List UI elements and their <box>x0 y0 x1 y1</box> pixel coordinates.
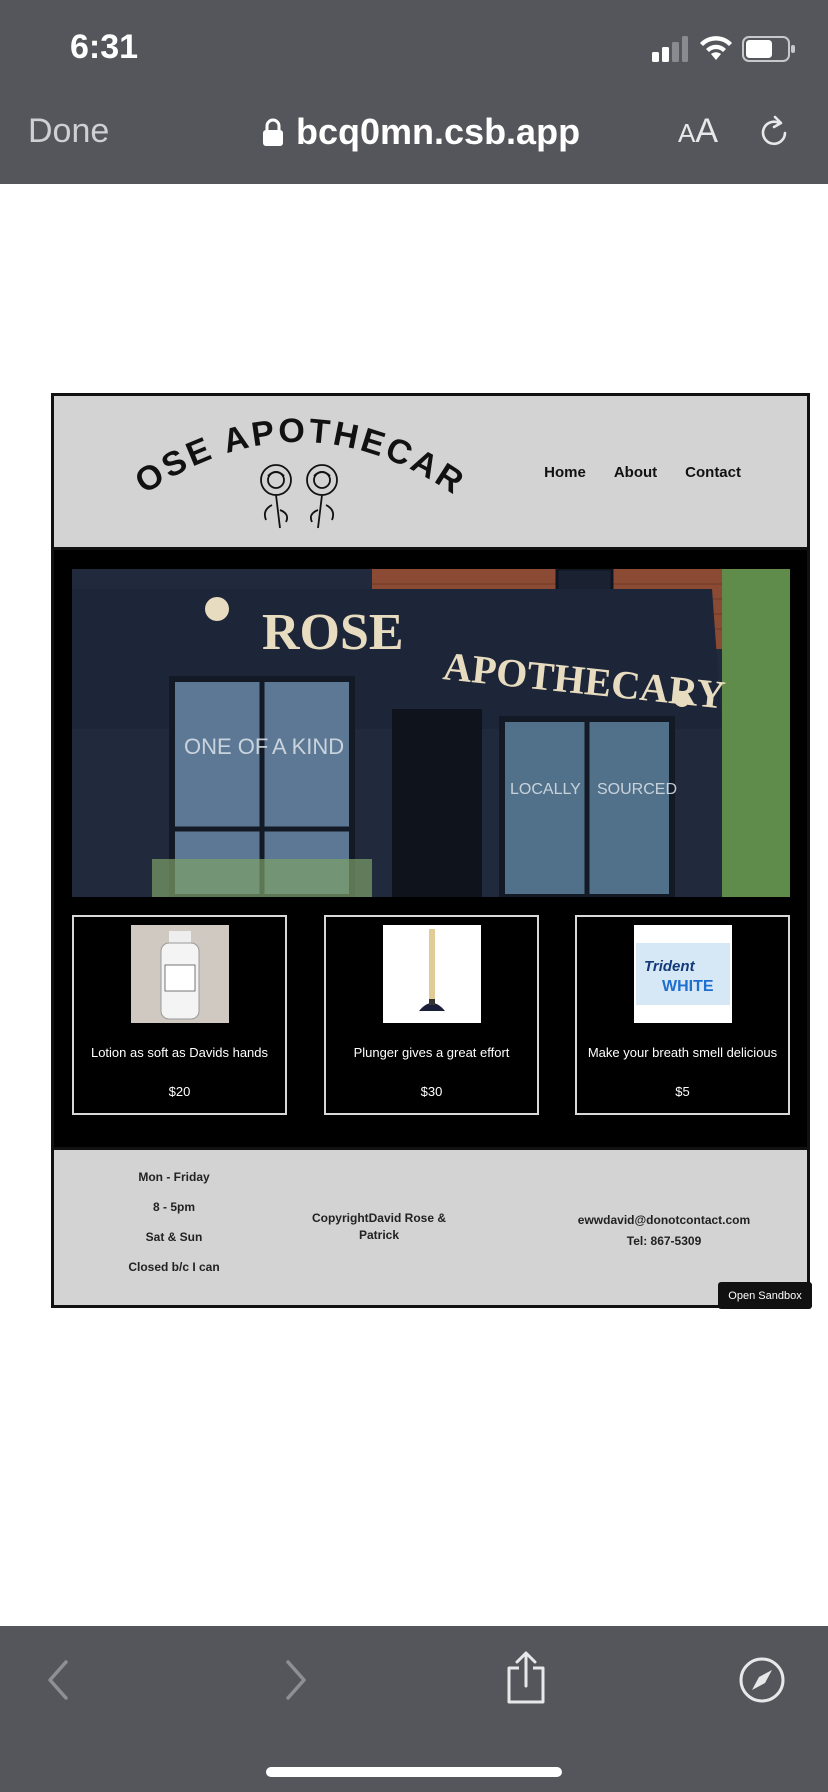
product-card-plunger[interactable]: Plunger gives a great effort $30 <box>324 915 539 1115</box>
share-icon[interactable] <box>504 1650 548 1706</box>
lotion-image <box>131 925 229 1023</box>
contact-phone[interactable]: Tel: 867-5309 <box>554 1231 774 1252</box>
hours-line: Sat & Sun <box>145 1230 203 1244</box>
address-bar[interactable]: bcq0mn.csb.app <box>262 110 580 154</box>
home-indicator[interactable] <box>266 1767 562 1777</box>
hero-sign-text-1: ROSE <box>262 604 404 661</box>
text-size-small-a: A <box>678 118 696 148</box>
site-header: ROSE APOTHECARY Home About Contact <box>54 396 807 550</box>
text-size-large-a: A <box>695 112 719 150</box>
product-card-lotion[interactable]: Lotion as soft as Davids hands $20 <box>72 915 287 1115</box>
compass-icon[interactable] <box>738 1656 786 1704</box>
hero-window-text-3: LOCALLY <box>510 781 581 798</box>
reload-icon[interactable] <box>756 114 792 150</box>
cellular-signal-icon <box>652 36 688 62</box>
text-size-button[interactable]: AA <box>678 112 718 151</box>
product-price: $20 <box>168 1084 191 1099</box>
product-price: $5 <box>675 1084 690 1099</box>
hours-line: Closed b/c I can <box>128 1260 220 1274</box>
browser-top-bar: 6:31 Done bcq0mn.csb.app AA <box>0 0 828 184</box>
website-frame: ROSE APOTHECARY Home About Contact ROSE … <box>51 393 810 1308</box>
hero-window-text-1: ONE OF <box>184 734 268 759</box>
lock-icon <box>263 118 283 146</box>
hours-line: Mon - Friday <box>138 1170 210 1184</box>
hero-window-text-2: A KIND <box>272 734 344 759</box>
main-nav: Home About Contact <box>544 464 741 481</box>
product-description: Make your breath smell delicious <box>587 1045 778 1060</box>
nav-home[interactable]: Home <box>544 464 586 481</box>
status-time: 6:31 <box>70 28 139 66</box>
battery-icon <box>742 36 795 62</box>
gum-pack-icon: Trident WHITE <box>634 925 732 1023</box>
product-card-gum[interactable]: Trident WHITE Make your breath smell del… <box>575 915 790 1115</box>
back-arrow-icon[interactable] <box>40 1656 76 1704</box>
done-button[interactable]: Done <box>28 112 109 151</box>
lotion-bottle-icon <box>131 925 229 1023</box>
forward-arrow-icon[interactable] <box>278 1656 314 1704</box>
plunger-image <box>383 925 481 1023</box>
plunger-icon <box>383 925 481 1023</box>
product-price: $30 <box>420 1084 443 1099</box>
nav-contact[interactable]: Contact <box>685 464 741 481</box>
contact-email[interactable]: ewwdavid@donotcontact.com <box>554 1210 774 1231</box>
wifi-icon <box>700 36 732 60</box>
browser-bottom-bar <box>0 1626 828 1792</box>
gum-brand-2: WHITE <box>662 978 714 995</box>
hero-window-text-4: SOURCED <box>597 781 677 798</box>
contact-info: ewwdavid@donotcontact.com Tel: 867-5309 <box>554 1210 774 1252</box>
business-hours: Mon - Friday 8 - 5pm Sat & Sun Closed b/… <box>114 1170 234 1290</box>
storefront-hero-image: ROSE APOTHECARY ONE OF A KIND LOCALLY SO… <box>72 569 790 897</box>
site-footer: Mon - Friday 8 - 5pm Sat & Sun Closed b/… <box>54 1147 807 1305</box>
product-description: Lotion as soft as Davids hands <box>90 1045 269 1060</box>
copyright-text: CopyrightDavid Rose & Patrick <box>311 1211 446 1242</box>
open-sandbox-button[interactable]: Open Sandbox <box>718 1282 812 1309</box>
url-text: bcq0mn.csb.app <box>296 111 581 152</box>
nav-about[interactable]: About <box>614 464 657 481</box>
gum-brand-1: Trident <box>644 958 696 975</box>
product-description: Plunger gives a great effort <box>353 1045 510 1060</box>
rose-apothecary-logo[interactable]: ROSE APOTHECARY <box>114 410 484 540</box>
hours-line: 8 - 5pm <box>152 1200 195 1214</box>
gum-image: Trident WHITE <box>634 925 732 1023</box>
svg-text:ROSE APOTHECARY: ROSE APOTHECARY <box>114 410 471 502</box>
